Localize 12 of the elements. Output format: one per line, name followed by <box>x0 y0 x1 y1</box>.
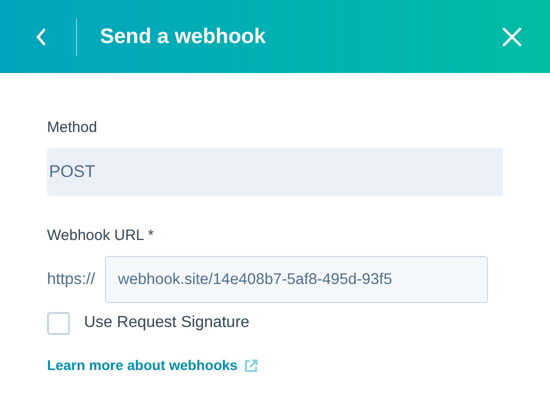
panel-title: Send a webhook <box>100 24 266 50</box>
checkbox-label: Use Request Signature <box>84 313 250 333</box>
external-link-icon <box>244 358 258 372</box>
close-icon <box>502 26 522 46</box>
url-prefix: https:// <box>47 270 96 290</box>
back-icon <box>34 26 48 46</box>
url-field[interactable]: webhook.site/14e408b7-5af8-495d-93f5 <box>105 256 488 303</box>
field-label: Webhook URL * <box>47 227 155 245</box>
method-field[interactable]: POST <box>47 148 503 196</box>
checkbox[interactable] <box>47 312 70 334</box>
field-label: Method <box>47 119 98 137</box>
learn-more-link[interactable]: Learn more about webhooks <box>47 355 258 376</box>
